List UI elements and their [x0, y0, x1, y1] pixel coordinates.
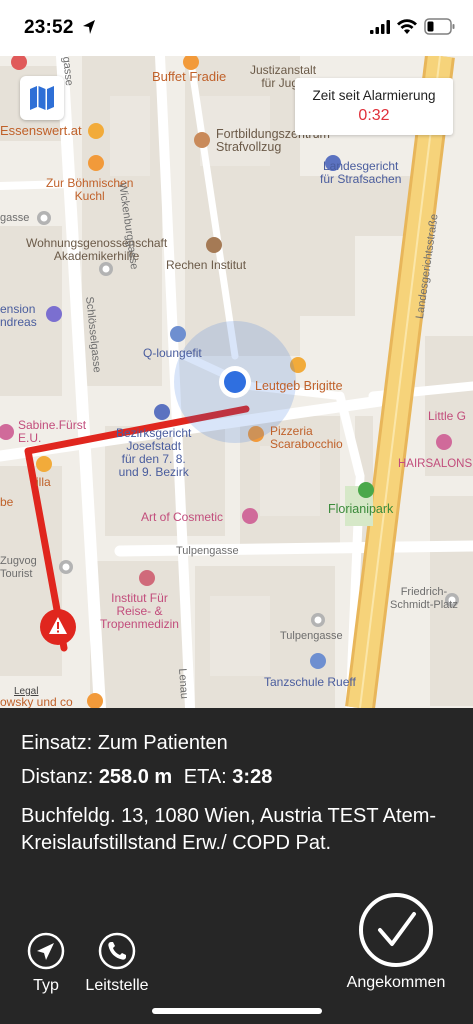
map-label-institut: Institut Für Reise- & Tropenmedizin [100, 591, 179, 631]
map-label-tulpengasse-2: Tulpengasse [280, 630, 343, 642]
leitstelle-button[interactable]: Leitstelle [76, 931, 158, 995]
battery-icon [424, 18, 455, 35]
distance-value: 258.0 m [98, 766, 173, 788]
distance-label: Distanz: [21, 766, 94, 788]
map-label-rechen: Rechen Institut [166, 258, 247, 272]
map-label-essenswert: Essenswert.at [0, 123, 82, 138]
typ-button-label: Typ [33, 977, 59, 994]
mission-type-text: Einsatz: Zum Patienten [21, 732, 228, 754]
mission-info-panel: Einsatz: Zum Patienten Distanz: 258.0 m … [0, 708, 473, 1024]
map-label-tulpengasse: Tulpengasse [176, 545, 239, 557]
angekommen-button[interactable]: Angekommen [336, 890, 456, 992]
address-text: Buchfeldg. 13, 1080 Wien, Austria TEST A… [21, 805, 437, 854]
map-label-billa: illa [36, 475, 51, 489]
alarm-timer-value: 0:32 [358, 107, 390, 124]
eta-label: ETA: [183, 766, 227, 788]
map-label-leutgeb: Leutgeb Brigitte [255, 379, 343, 393]
map-label-pizzeria: Pizzeria Scarabocchio [270, 424, 343, 451]
map-label-buffet: Buffet Fradie [152, 69, 227, 84]
map-label-lenau: Lenau [176, 668, 191, 700]
checkmark-icon [359, 893, 433, 967]
map-label-little: Little G [428, 409, 467, 423]
wifi-icon [397, 19, 417, 34]
map-label-florianipark: Florianipark [328, 502, 394, 516]
map-label-landesgericht: Landesgericht für Strafsachen [320, 159, 402, 186]
map-label-friedrich: Friedrich- Schmidt-Platz [390, 586, 458, 611]
status-bar: 23:52 [0, 0, 473, 56]
location-arrow-icon [83, 20, 95, 34]
typ-button[interactable]: Typ [24, 931, 68, 995]
alarm-timer: Zeit seit Alarmierung 0:32 [295, 78, 453, 135]
map-label-zugvog: Zugvog Tourist [0, 555, 37, 580]
angekommen-button-label: Angekommen [346, 974, 446, 991]
leitstelle-button-label: Leitstelle [85, 977, 149, 994]
map-label-gasse: gasse [0, 212, 30, 224]
status-time: 23:52 [24, 17, 74, 38]
map-icon [30, 86, 54, 110]
map-type-button[interactable] [20, 76, 64, 120]
navigation-arrow-icon [27, 932, 65, 970]
map-label-be: be [0, 495, 14, 509]
distance-eta-row: Distanz: 258.0 m ETA: 3:28 [21, 766, 272, 789]
home-indicator[interactable] [152, 1008, 322, 1014]
map-view[interactable]: Buffet Fradie Justizanstalt für Juge Ess… [0, 56, 473, 708]
map-label-wohnung: Wohnungsgenossenschaft Akademikerhilfe [26, 236, 168, 263]
user-location-dot [224, 371, 246, 393]
map-label-pension: ension ndreas [0, 302, 37, 329]
map-label-hairsalons: HAIRSALONS [398, 458, 473, 470]
map-label-nowsky: owsky und co [0, 695, 73, 709]
map-label-sabine: Sabine.Fürst E.U. [18, 418, 87, 445]
phone-icon [98, 932, 136, 970]
legal-link[interactable]: Legal [14, 686, 38, 697]
map-label-art: Art of Cosmetic [141, 510, 224, 524]
cellular-signal-icon [370, 20, 390, 34]
map-label-tanzschule: Tanzschule Rueff [264, 675, 356, 689]
eta-value: 3:28 [232, 766, 273, 788]
map-label-qloungefit: Q-loungefit [143, 346, 202, 360]
alarm-timer-label: Zeit seit Alarmierung [312, 88, 436, 103]
map-label-bezirksgericht: Bezirksgericht Josefstadt für den 7. 8. … [116, 426, 192, 479]
